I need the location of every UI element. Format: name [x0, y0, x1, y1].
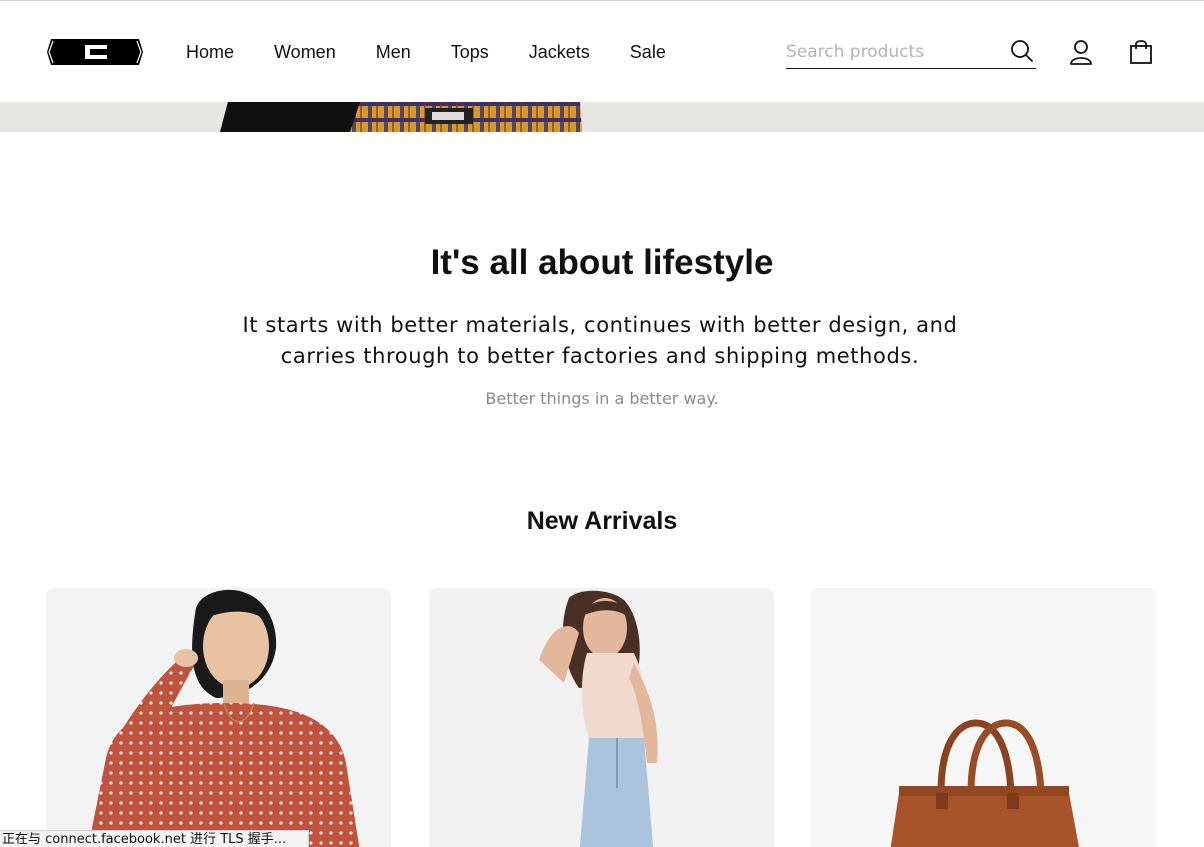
- brand-logo-icon[interactable]: [47, 39, 143, 65]
- main-nav: Home Women Men Tops Jackets Sale: [186, 41, 706, 63]
- nav-women[interactable]: Women: [274, 41, 336, 63]
- woman-red-sweater-photo: [88, 589, 360, 847]
- product-card-red-sweater[interactable]: [46, 588, 391, 847]
- search-box: [786, 37, 1036, 69]
- browser-status-bar: 正在与 connect.facebook.net 进行 TLS 握手...: [0, 830, 310, 847]
- nav-sale[interactable]: Sale: [630, 41, 666, 63]
- site-header: Home Women Men Tops Jackets Sale: [0, 1, 1204, 102]
- nav-tops[interactable]: Tops: [451, 41, 489, 63]
- nav-home[interactable]: Home: [186, 41, 234, 63]
- user-icon[interactable]: [1068, 39, 1094, 65]
- brown-leather-tote-bag-photo: [890, 719, 1079, 847]
- new-arrivals-title: New Arrivals: [526, 507, 678, 535]
- product-card-tote-bag[interactable]: [811, 588, 1156, 847]
- search-icon[interactable]: [1010, 39, 1034, 63]
- hero-image-bottom: [0, 102, 1204, 132]
- woman-denim-jeans-photo: [539, 590, 658, 847]
- product-card-denim[interactable]: [429, 588, 774, 847]
- search-input[interactable]: [786, 37, 996, 67]
- nav-men[interactable]: Men: [376, 41, 411, 63]
- nav-jackets[interactable]: Jackets: [529, 41, 590, 63]
- lifestyle-tagline: Better things in a better way.: [485, 389, 719, 408]
- lifestyle-description: It starts with better materials, continu…: [240, 310, 960, 372]
- lifestyle-description-line1: It starts with better materials, continu…: [242, 313, 958, 337]
- shopping-bag-icon[interactable]: [1128, 39, 1154, 65]
- lifestyle-description-line2: carries through to better factories and …: [280, 344, 920, 368]
- lifestyle-title: It's all about lifestyle: [430, 243, 774, 282]
